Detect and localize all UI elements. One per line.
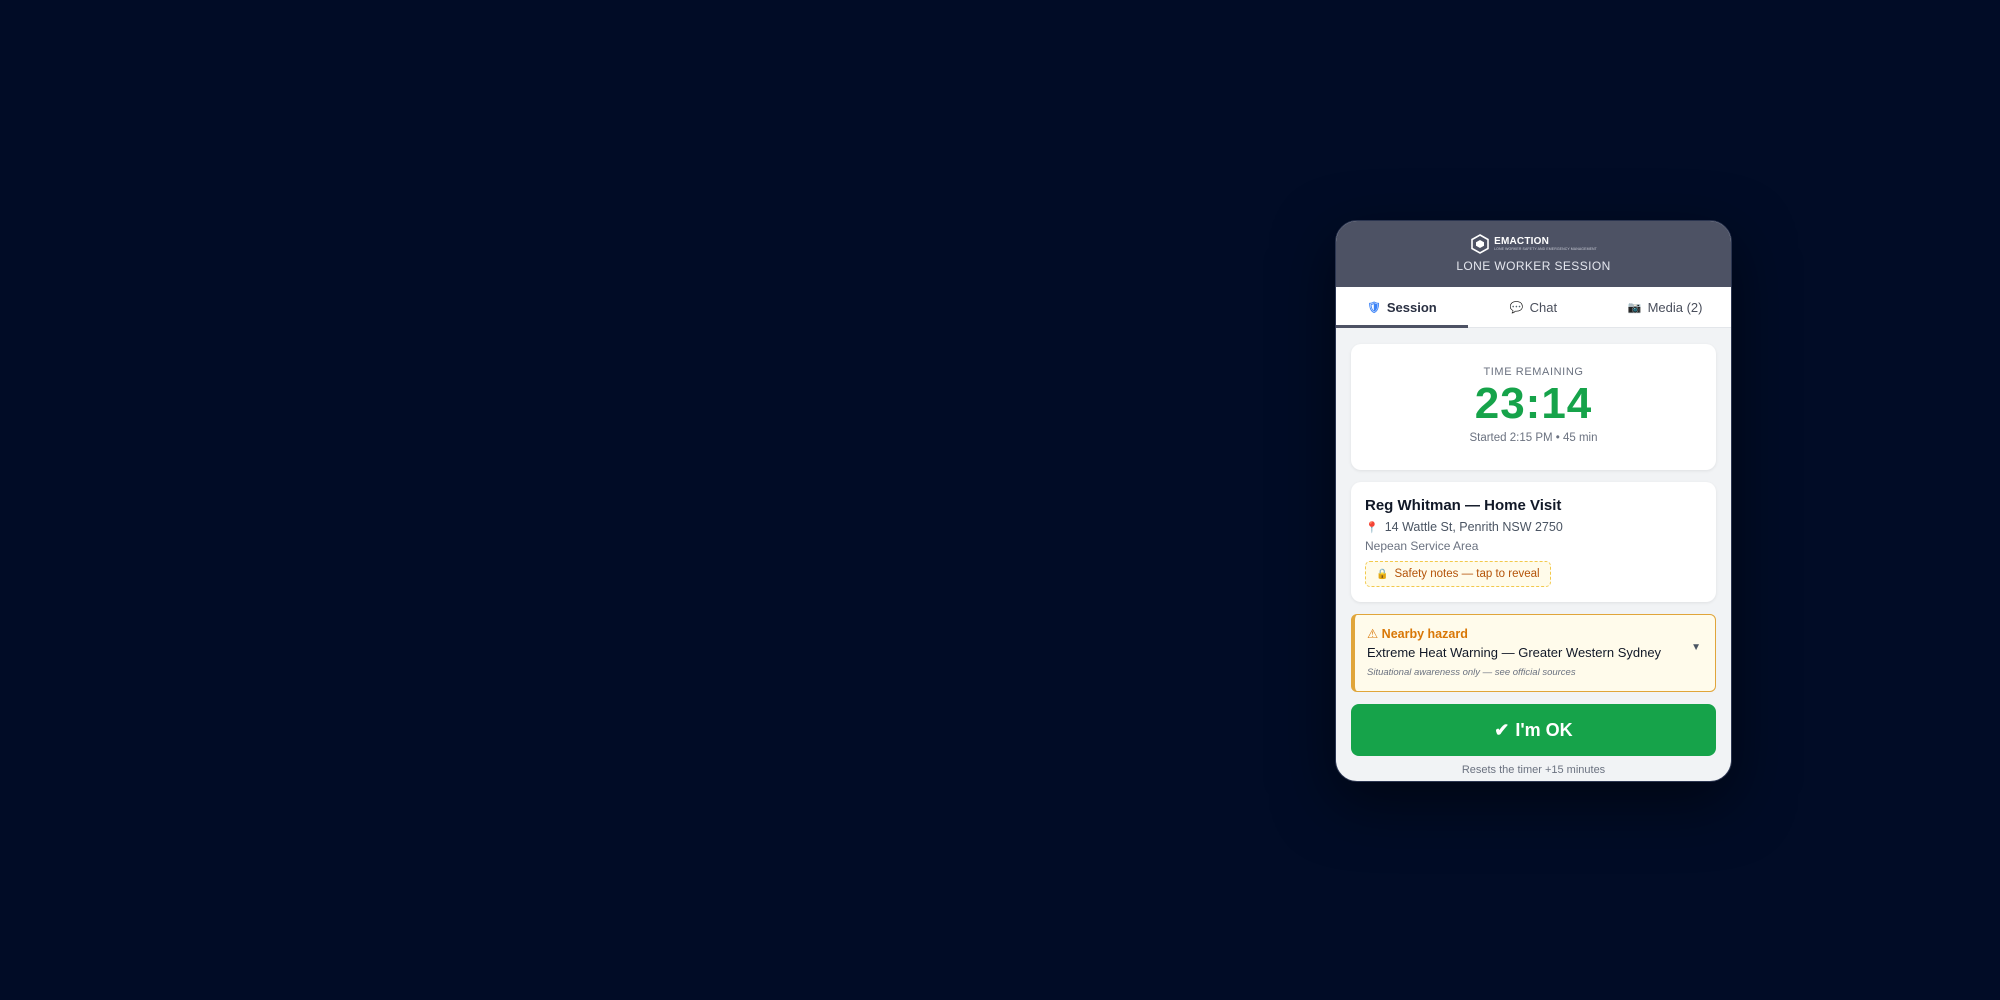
page-title: LONE WORKER SESSION [1456,259,1611,273]
im-ok-button[interactable]: ✔ I'm OK [1351,704,1716,756]
session-content: TIME REMAINING 23:14 Started 2:15 PM • 4… [1336,328,1731,776]
brand-tagline: LONE WORKER SAFETY AND EMERGENCY MANAGEM… [1494,247,1597,251]
tab-media[interactable]: 📷 Media (2) [1599,287,1731,327]
hazard-heading: ⚠ Nearby hazard [1367,627,1468,641]
app-window: EMACTION LONE WORKER SAFETY AND EMERGENC… [1335,220,1732,782]
camera-icon: 📷 [1627,301,1642,314]
chevron-down-icon[interactable]: ▼ [1691,642,1701,653]
lock-icon: 🔒 [1376,568,1389,580]
visit-card: Reg Whitman — Home Visit 📍 14 Wattle St,… [1351,482,1716,602]
map-pin-icon: 📍 [1365,521,1379,534]
hazard-text: Extreme Heat Warning — Greater Western S… [1367,645,1662,660]
ok-subtext: Resets the timer +15 minutes [1461,764,1606,776]
tab-session[interactable]: 🛡 Session [1336,287,1468,328]
speech-bubble-icon: 💬 [1509,301,1524,314]
address-text: 14 Wattle St, Penrith NSW 2750 [1384,520,1563,534]
tab-label: Session [1386,299,1437,315]
timer-subtext: Started 2:15 PM • 45 min [1469,432,1598,444]
visit-title: Reg Whitman — Home Visit [1365,497,1562,514]
service-area: Nepean Service Area [1365,539,1479,553]
tab-chat[interactable]: 💬 Chat [1468,287,1600,327]
hazard-note: Situational awareness only — see officia… [1367,667,1576,678]
brand-logo: EMACTION LONE WORKER SAFETY AND EMERGENC… [1470,233,1597,255]
tab-label: Chat [1529,299,1558,315]
app-header: EMACTION LONE WORKER SAFETY AND EMERGENC… [1336,221,1731,287]
tab-bar: 🛡 Session 💬 Chat 📷 Media (2) [1336,287,1731,328]
shield-icon: 🛡 [1366,301,1381,314]
timer-card: TIME REMAINING 23:14 Started 2:15 PM • 4… [1351,344,1716,470]
check-icon: ✔ [1494,719,1510,740]
tab-label: Media (2) [1647,299,1703,315]
timer-value: 23:14 [1474,379,1593,428]
visit-address: 📍 14 Wattle St, Penrith NSW 2750 [1365,520,1702,534]
safety-notes-label: Safety notes — tap to reveal [1394,568,1540,580]
hazard-alert[interactable]: ⚠ Nearby hazard Extreme Heat Warning — G… [1351,614,1716,692]
brand-name: EMACTION [1494,236,1550,247]
safety-notes-button[interactable]: 🔒 Safety notes — tap to reveal [1365,561,1551,587]
timer-label: TIME REMAINING [1483,366,1584,378]
ok-label: I'm OK [1515,719,1573,740]
hexagon-logo-icon [1471,234,1489,254]
